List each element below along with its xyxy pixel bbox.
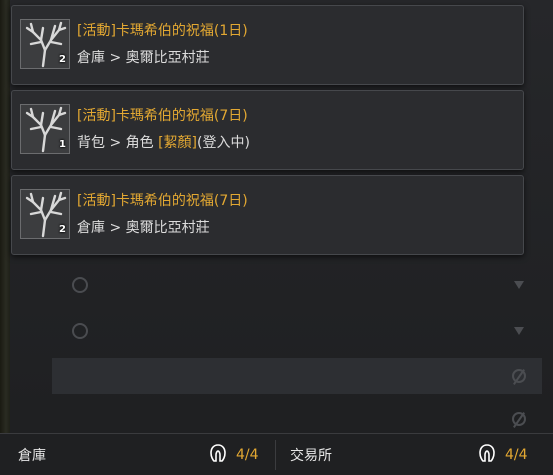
- storage-footer: 倉庫 4/4 交易所 4/4: [0, 433, 553, 475]
- hood-icon: [208, 443, 228, 467]
- footer-divider: [275, 440, 276, 470]
- background-panel: [52, 255, 542, 435]
- game-scene-edge: [0, 0, 10, 475]
- item-quantity: 2: [59, 54, 66, 65]
- footer-warehouse-count-group: 4/4: [208, 434, 259, 475]
- item-quantity: 2: [59, 224, 66, 235]
- hood-icon: [477, 443, 497, 467]
- footer-warehouse-label: 倉庫: [18, 447, 46, 464]
- item-location-card[interactable]: 2 [活動]卡瑪希伯的祝福(1日) 倉庫 > 奧爾比亞村莊: [11, 5, 524, 85]
- background-row: [52, 401, 542, 437]
- item-tooltip-stage: 2 [活動]卡瑪希伯的祝福(1日) 倉庫 > 奧爾比亞村莊 1 [活動]卡瑪希伯…: [0, 0, 553, 475]
- chevron-down-icon: [514, 327, 524, 335]
- footer-market-count-group: 4/4: [477, 434, 528, 475]
- item-location: 倉庫 > 奧爾比亞村莊: [77, 50, 210, 66]
- item-location-prefix: 背包 > 角色: [77, 135, 159, 151]
- chevron-down-icon: [514, 281, 524, 289]
- tree-icon: 1: [20, 104, 70, 154]
- background-row: [52, 267, 542, 303]
- item-location-suffix: (登入中): [197, 135, 250, 151]
- item-title: [活動]卡瑪希伯的祝福(7日): [77, 108, 248, 124]
- forbidden-icon: [512, 369, 526, 383]
- character-name: [絜顏]: [158, 135, 198, 151]
- item-location-card[interactable]: 1 [活動]卡瑪希伯的祝福(7日) 背包 > 角色 [絜顏](登入中): [11, 90, 524, 170]
- background-row-icon: [72, 277, 88, 293]
- forbidden-icon: [512, 412, 526, 426]
- background-row: [52, 358, 542, 394]
- footer-market-count: 4/4: [505, 446, 528, 463]
- footer-warehouse-count: 4/4: [236, 446, 259, 463]
- tree-icon: 2: [20, 189, 70, 239]
- item-location: 背包 > 角色 [絜顏](登入中): [77, 132, 250, 152]
- background-row-icon: [72, 323, 88, 339]
- item-location-card[interactable]: 2 [活動]卡瑪希伯的祝福(7日) 倉庫 > 奧爾比亞村莊: [11, 175, 524, 255]
- tree-icon: 2: [20, 19, 70, 69]
- item-location: 倉庫 > 奧爾比亞村莊: [77, 220, 210, 236]
- background-row: [52, 313, 542, 349]
- item-title: [活動]卡瑪希伯的祝福(7日): [77, 193, 248, 209]
- footer-market-label: 交易所: [290, 447, 332, 464]
- item-title: [活動]卡瑪希伯的祝福(1日): [77, 23, 248, 39]
- item-quantity: 1: [59, 139, 66, 150]
